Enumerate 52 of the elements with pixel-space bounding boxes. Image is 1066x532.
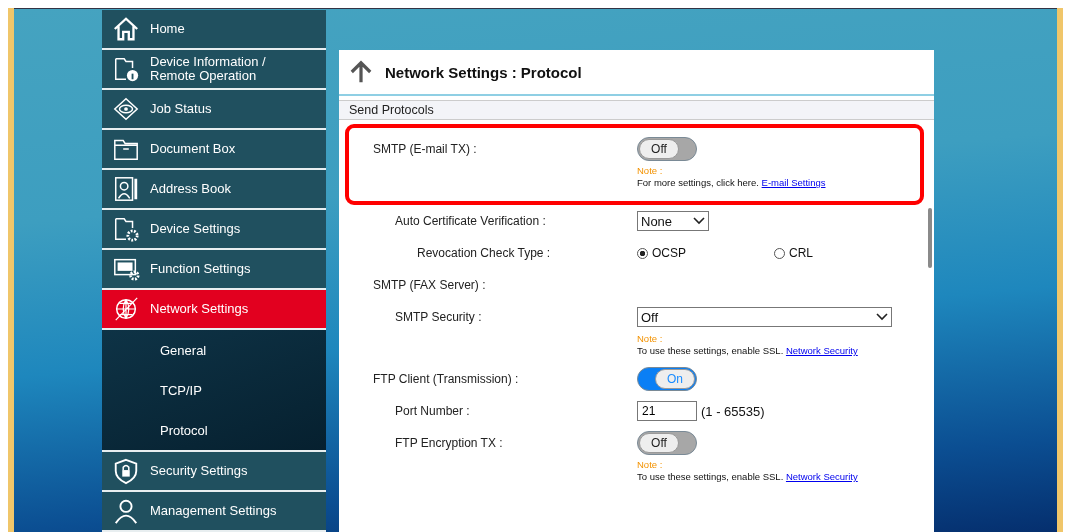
sidebar-item[interactable]: Device Information / Remote Operation — [102, 50, 326, 90]
folder-gear-icon — [112, 215, 140, 243]
chevron-down-icon — [876, 313, 888, 321]
note-text: To use these settings, enable SSL. Network Security — [637, 471, 859, 483]
address-book-icon — [112, 175, 140, 203]
note-label: Note : — [637, 165, 663, 177]
settings-link[interactable]: Network Security — [785, 345, 858, 356]
radio-option[interactable]: CRL — [774, 246, 814, 260]
sidebar-item[interactable]: Document Box — [102, 130, 326, 170]
setting-label: SMTP (FAX Server) : — [373, 278, 487, 292]
submenu-item[interactable]: General — [102, 330, 326, 370]
folder-info-icon — [112, 55, 140, 83]
sidebar-item[interactable]: Function Settings — [102, 250, 326, 290]
toggle-switch[interactable]: Off — [637, 137, 697, 161]
chevron-down-icon — [693, 217, 705, 225]
port-number-field[interactable]: 21 — [637, 401, 697, 421]
up-arrow-icon[interactable] — [349, 60, 373, 84]
radio-option[interactable]: OCSP — [637, 246, 686, 260]
shield-lock-icon — [112, 457, 140, 485]
note-label: Note : — [637, 459, 663, 471]
eye-icon — [112, 95, 140, 123]
sidebar-item[interactable]: Device Settings — [102, 210, 326, 250]
sidebar-item[interactable]: Security Settings — [102, 452, 326, 492]
sidebar-item[interactable]: Address Book — [102, 170, 326, 210]
setting-label: FTP Encryption TX : — [394, 436, 504, 450]
range-hint: (1 - 65535) — [701, 403, 765, 419]
settings-link[interactable]: Network Security — [785, 471, 858, 482]
sidebar-item[interactable]: Management Settings — [102, 492, 326, 532]
page-title: Network Settings : Protocol — [385, 63, 582, 81]
submenu-item[interactable]: TCP/IP — [102, 370, 326, 410]
note-label: Note : — [637, 333, 663, 345]
toggle-switch[interactable]: Off — [637, 431, 697, 455]
setting-label: Port Number : — [394, 404, 471, 418]
submenu-item[interactable]: Protocol — [102, 410, 326, 450]
sidebar-item[interactable]: Home — [102, 10, 326, 50]
section-header: Send Protocols — [339, 100, 934, 120]
house-icon — [112, 15, 140, 43]
dropdown[interactable]: None — [637, 211, 709, 231]
scrollbar-thumb[interactable] — [928, 208, 932, 268]
setting-label: Auto Certificate Verification : — [394, 214, 547, 228]
dropdown[interactable]: Off — [637, 307, 892, 327]
sidebar-item[interactable]: Job Status — [102, 90, 326, 130]
sidebar-item[interactable]: Network Settings — [102, 290, 326, 330]
setting-label: FTP Client (Transmission) : — [373, 372, 520, 386]
note-text: For more settings, click here. E-mail Settings — [637, 177, 827, 189]
setting-label: Revocation Check Type : — [416, 246, 552, 260]
setting-label: SMTP Security : — [394, 310, 483, 324]
setting-label: SMTP (E-mail TX) : — [373, 142, 478, 156]
globe-icon — [112, 295, 140, 323]
note-text: To use these settings, enable SSL. Network Security — [637, 345, 859, 357]
person-icon — [112, 497, 140, 525]
settings-link[interactable]: E-mail Settings — [761, 177, 826, 188]
